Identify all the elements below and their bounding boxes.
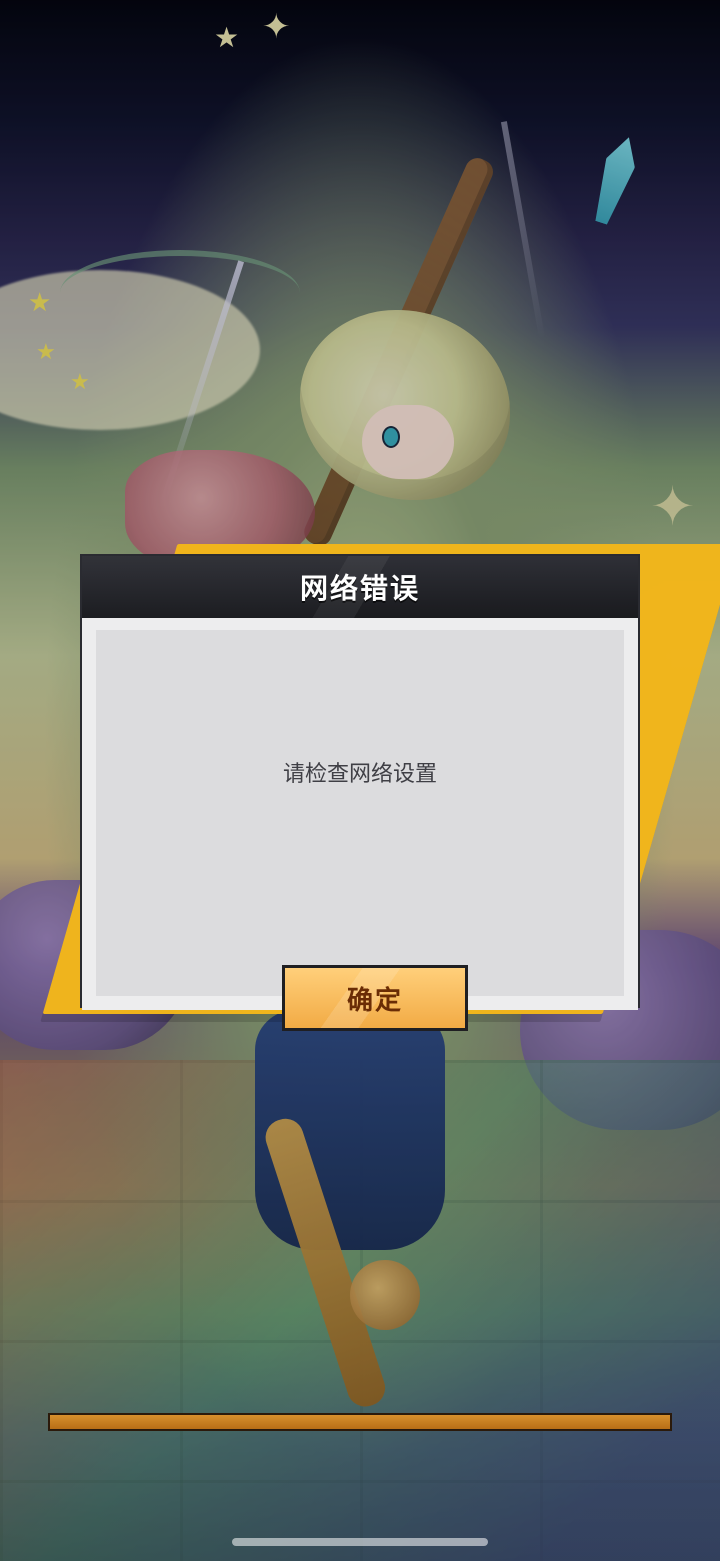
dialog-panel: 网络错误 请检查网络设置 确定: [80, 554, 640, 1031]
game-loading-screen: ★ ✦ ★ ★ ★ ✦ 网络错误 请检查网络设置 确定: [0, 0, 720, 1561]
dialog-message: 请检查网络设置: [282, 762, 437, 787]
confirm-button-label: 确定: [346, 985, 403, 1016]
dialog-body: 请检查网络设置 确定: [82, 618, 638, 1031]
dialog-content: 请检查网络设置 确定: [96, 630, 624, 1031]
dialog-title: 网络错误: [299, 572, 420, 605]
confirm-button[interactable]: 确定: [282, 965, 468, 1031]
dialog-header: 网络错误: [82, 556, 638, 618]
network-error-dialog: 网络错误 请检查网络设置 确定: [42, 544, 720, 1031]
home-indicator-icon[interactable]: [232, 1538, 488, 1546]
loading-progress-fill: [50, 1415, 670, 1429]
loading-progress-bar: [48, 1413, 672, 1431]
